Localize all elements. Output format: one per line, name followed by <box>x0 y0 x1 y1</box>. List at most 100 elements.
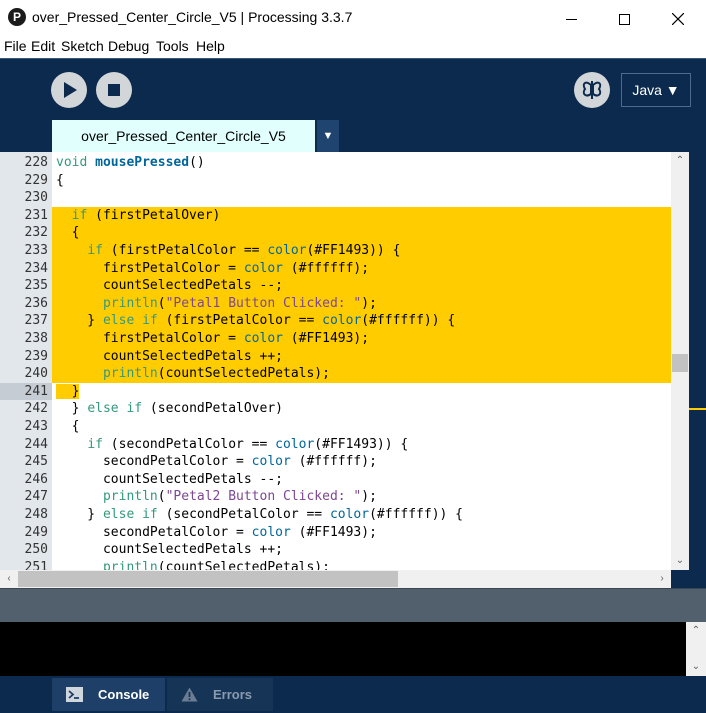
line-number: 249 <box>24 524 48 540</box>
menu-tools[interactable]: Tools <box>156 38 189 54</box>
play-icon <box>64 82 77 98</box>
horizontal-scrollbar[interactable]: ‹ › <box>0 570 671 588</box>
line-number: 231 <box>24 207 48 223</box>
line-number: 241 <box>0 382 52 401</box>
code-line[interactable]: { <box>52 418 671 436</box>
minimize-button[interactable] <box>548 0 594 36</box>
line-number: 248 <box>24 507 48 522</box>
line-number: 233 <box>24 243 48 258</box>
code-line[interactable]: void mousePressed() <box>52 154 671 172</box>
line-number: 236 <box>24 295 48 311</box>
horizontal-scroll-thumb[interactable] <box>18 571 398 587</box>
menu-sketch[interactable]: Sketch <box>61 38 104 54</box>
toolbar: Java ▼ <box>0 58 706 120</box>
close-button[interactable] <box>655 0 701 36</box>
scroll-up-icon[interactable]: ⌃ <box>671 152 689 170</box>
code-line[interactable]: secondPetalColor = color (#ffffff); <box>52 453 671 471</box>
code-line[interactable]: } <box>52 382 671 401</box>
marker-column <box>689 152 706 570</box>
menu-edit[interactable]: Edit <box>31 38 55 54</box>
line-number: 238 <box>24 331 48 346</box>
menu-help[interactable]: Help <box>196 38 225 54</box>
scroll-left-icon[interactable]: ‹ <box>0 570 18 588</box>
minimize-icon <box>565 18 577 20</box>
line-number: 250 <box>24 542 48 558</box>
code-text-area[interactable]: void mousePressed(){ if (firstPetalOver)… <box>52 152 671 570</box>
code-editor: 228 229 230 231 232 233 234 235 236 237 238 239 240 2… <box>0 152 706 570</box>
line-number: 237 <box>24 313 48 329</box>
line-number: 242 <box>24 401 48 417</box>
code-line[interactable]: if (firstPetalOver) <box>52 206 671 225</box>
code-line[interactable]: firstPetalColor = color (#ffffff); <box>52 259 671 278</box>
code-line[interactable]: println(countSelectedPetals); <box>52 559 671 570</box>
console-scroll-up-icon[interactable]: ⌃ <box>686 622 706 640</box>
line-number: 230 <box>24 190 48 206</box>
scroll-down-icon[interactable]: ⌄ <box>671 552 689 570</box>
tab-sketch[interactable]: over_Pressed_Center_Circle_V5 <box>52 120 315 152</box>
tab-errors-label: Errors <box>213 687 253 702</box>
code-line[interactable]: if (firstPetalColor == color(#FF1493)) { <box>52 242 671 260</box>
line-number: 228 <box>24 155 48 170</box>
line-number: 247 <box>24 489 48 505</box>
line-number: 245 <box>24 454 48 470</box>
code-line[interactable]: { <box>52 224 671 242</box>
butterfly-icon <box>582 81 602 99</box>
code-line[interactable]: println(countSelectedPetals); <box>52 365 671 383</box>
bottom-tab-bar: Console Errors <box>0 676 706 713</box>
line-number: 235 <box>24 278 48 294</box>
code-line[interactable]: } else if (firstPetalColor == color(#fff… <box>52 312 671 330</box>
stop-button[interactable] <box>96 72 132 108</box>
scroll-right-icon[interactable]: › <box>653 570 671 588</box>
code-line[interactable]: } else if (secondPetalOver) <box>52 400 671 418</box>
code-line[interactable]: println("Petal1 Button Clicked: "); <box>52 294 671 313</box>
code-line[interactable]: println("Petal2 Button Clicked: "); <box>52 488 671 506</box>
tab-console-label: Console <box>98 687 150 702</box>
line-number: 244 <box>24 436 48 452</box>
close-icon <box>671 12 685 26</box>
tab-bar: over_Pressed_Center_Circle_V5 ▼ <box>0 120 706 152</box>
console-scroll-down-icon[interactable]: ⌄ <box>686 658 706 676</box>
line-number: 240 <box>24 366 48 382</box>
scroll-corner <box>671 570 706 588</box>
current-line-marker[interactable] <box>689 408 706 410</box>
tab-console[interactable]: Console <box>52 678 165 711</box>
vertical-scroll-thumb[interactable] <box>672 354 688 372</box>
warning-icon <box>181 687 198 702</box>
line-number: 234 <box>24 260 48 276</box>
run-button[interactable] <box>51 72 87 108</box>
menu-file[interactable]: File <box>4 38 27 54</box>
code-line[interactable]: secondPetalColor = color (#FF1493); <box>52 524 671 542</box>
code-line[interactable] <box>52 189 671 207</box>
stop-icon <box>108 84 120 96</box>
window-title: over_Pressed_Center_Circle_V5 | Processi… <box>32 9 353 25</box>
code-line[interactable]: countSelectedPetals --; <box>52 471 671 489</box>
code-line[interactable]: countSelectedPetals ++; <box>52 347 671 366</box>
line-number: 251 <box>24 559 48 570</box>
tab-errors[interactable]: Errors <box>167 678 273 711</box>
line-number-gutter: 228 229 230 231 232 233 234 235 236 237 238 239 240 2… <box>0 152 52 570</box>
status-bar <box>0 588 706 622</box>
menu-debug[interactable]: Debug <box>108 38 149 54</box>
console-scrollbar[interactable]: ⌃ ⌄ <box>686 622 706 676</box>
line-number: 229 <box>24 172 48 188</box>
code-line[interactable]: { <box>52 172 671 190</box>
tab-menu-button[interactable]: ▼ <box>317 120 339 152</box>
console-icon <box>66 687 83 702</box>
code-line[interactable]: countSelectedPetals ++; <box>52 541 671 559</box>
line-number: 239 <box>24 348 48 364</box>
processing-logo-icon: P <box>8 8 26 26</box>
maximize-button[interactable] <box>601 0 647 36</box>
title-bar: P over_Pressed_Center_Circle_V5 | Proces… <box>0 0 706 36</box>
debugger-button[interactable] <box>574 72 610 108</box>
code-line[interactable]: if (secondPetalColor == color(#FF1493)) … <box>52 436 671 454</box>
line-number: 246 <box>24 471 48 487</box>
menu-bar: File Edit Sketch Debug Tools Help <box>0 36 706 58</box>
mode-selector[interactable]: Java ▼ <box>621 73 691 107</box>
code-line[interactable]: } else if (secondPetalColor == color(#ff… <box>52 506 671 524</box>
vertical-scrollbar[interactable]: ⌃ ⌄ <box>671 152 689 570</box>
code-line[interactable]: firstPetalColor = color (#FF1493); <box>52 330 671 348</box>
line-number: 243 <box>24 419 48 434</box>
code-line[interactable]: countSelectedPetals --; <box>52 277 671 295</box>
console-output[interactable] <box>0 622 706 676</box>
maximize-icon <box>618 13 630 25</box>
